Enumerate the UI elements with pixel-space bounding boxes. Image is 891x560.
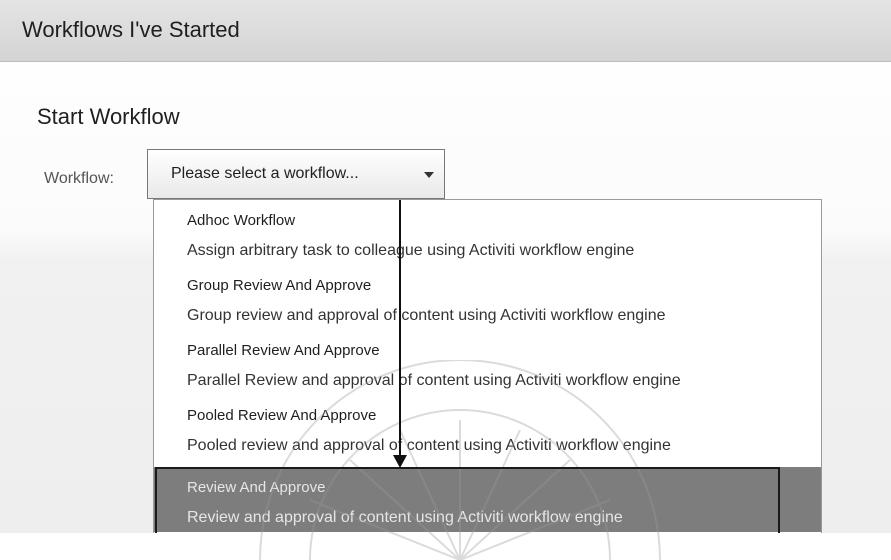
workflow-select-text: Please select a workflow... xyxy=(171,165,359,182)
option-name: Group Review And Approve xyxy=(187,277,372,294)
workflow-option-parallel-review[interactable]: Parallel Review And Approve Parallel Rev… xyxy=(154,330,821,395)
option-description: Group review and approval of content usi… xyxy=(187,307,666,324)
annotation-arrow-line xyxy=(399,200,401,458)
page-header: Workflows I've Started xyxy=(0,0,891,62)
option-name: Parallel Review And Approve xyxy=(187,342,380,359)
option-description: Pooled review and approval of content us… xyxy=(187,437,671,454)
workflow-option-review-and-approve[interactable]: Review And Approve Review and approval o… xyxy=(154,467,821,532)
option-name: Pooled Review And Approve xyxy=(187,407,377,424)
page-title: Workflows I've Started xyxy=(22,17,240,42)
section-title: Start Workflow xyxy=(37,104,180,129)
option-description: Assign arbitrary task to colleague using… xyxy=(187,242,635,259)
workflow-option-adhoc[interactable]: Adhoc Workflow Assign arbitrary task to … xyxy=(154,200,821,265)
option-name: Adhoc Workflow xyxy=(187,212,296,229)
workflow-label: Workflow: xyxy=(44,170,114,187)
option-description: Parallel Review and approval of content … xyxy=(187,372,681,389)
workflow-option-pooled-review[interactable]: Pooled Review And Approve Pooled review … xyxy=(154,395,821,460)
annotation-arrow-head-icon xyxy=(393,455,407,468)
option-description: Review and approval of content using Act… xyxy=(187,509,623,526)
caret-down-icon xyxy=(424,172,434,178)
option-name: Review And Approve xyxy=(187,479,326,496)
workflow-select[interactable]: Please select a workflow... xyxy=(147,149,445,199)
workflow-dropdown-list: Adhoc Workflow Assign arbitrary task to … xyxy=(153,199,822,533)
workflow-option-group-review[interactable]: Group Review And Approve Group review an… xyxy=(154,265,821,330)
